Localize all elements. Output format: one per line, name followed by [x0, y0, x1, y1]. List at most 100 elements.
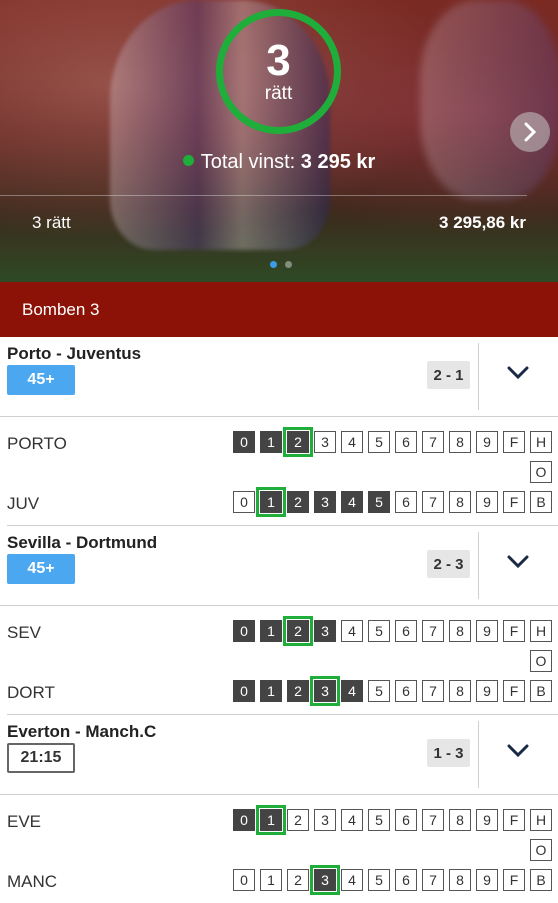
- goal-cell[interactable]: 7: [422, 431, 444, 453]
- goal-cell[interactable]: 8: [449, 620, 471, 642]
- goal-cell[interactable]: 4: [341, 431, 363, 453]
- goal-cell[interactable]: F: [503, 491, 525, 513]
- goal-cell[interactable]: 9: [476, 620, 498, 642]
- goal-cell[interactable]: 9: [476, 809, 498, 831]
- match-title: Sevilla - Dortmund: [7, 533, 158, 552]
- section-title: Bomben 3: [22, 300, 100, 319]
- goal-cell[interactable]: H: [530, 431, 552, 453]
- goal-cells: 0123456789FB: [233, 865, 552, 895]
- goal-cells: 0123456789FB: [233, 487, 552, 517]
- goal-cell[interactable]: 2: [287, 809, 309, 831]
- goal-cell[interactable]: 5: [368, 620, 390, 642]
- goal-cell[interactable]: 3: [314, 431, 336, 453]
- goal-cell[interactable]: 2: [287, 680, 309, 702]
- goal-cell[interactable]: 3: [314, 809, 336, 831]
- goal-cell[interactable]: 0: [233, 431, 255, 453]
- goal-cell[interactable]: 5: [368, 869, 390, 891]
- goal-cell[interactable]: 4: [341, 491, 363, 513]
- goal-cell[interactable]: F: [503, 869, 525, 891]
- goal-cell[interactable]: 8: [449, 809, 471, 831]
- goal-cell[interactable]: 8: [449, 491, 471, 513]
- goal-cell[interactable]: 5: [368, 809, 390, 831]
- goal-cell[interactable]: F: [503, 809, 525, 831]
- goal-cell[interactable]: 0: [233, 680, 255, 702]
- goal-cell-result[interactable]: 2: [283, 427, 313, 457]
- goal-cell[interactable]: F: [503, 680, 525, 702]
- goal-cell[interactable]: 3: [314, 491, 336, 513]
- expand-button[interactable]: [506, 361, 530, 385]
- goal-cell[interactable]: 4: [341, 809, 363, 831]
- goal-cell[interactable]: 5: [368, 680, 390, 702]
- carousel-dots: [270, 261, 292, 268]
- goal-cell-result[interactable]: 3: [310, 865, 340, 895]
- goal-cell[interactable]: 6: [395, 620, 417, 642]
- correct-count-ring: 3 rätt: [216, 9, 341, 134]
- goal-cell-result[interactable]: 1: [256, 487, 286, 517]
- goal-cell[interactable]: 7: [422, 869, 444, 891]
- expand-button[interactable]: [506, 739, 530, 763]
- match-list: Porto - Juventus 45+ 2 - 1 PORTO 0 1 2 3 4 5 6 7…: [0, 337, 558, 903]
- goal-cell[interactable]: 4: [341, 620, 363, 642]
- expand-button[interactable]: [506, 550, 530, 574]
- chevron-right-icon: [524, 122, 537, 142]
- goal-cell[interactable]: B: [530, 680, 552, 702]
- goal-cell[interactable]: 4: [341, 869, 363, 891]
- goal-cell[interactable]: 7: [422, 491, 444, 513]
- goal-cell[interactable]: 7: [422, 620, 444, 642]
- goal-cell[interactable]: 1: [260, 680, 282, 702]
- goal-cell[interactable]: 6: [395, 491, 417, 513]
- goal-cell[interactable]: 8: [449, 431, 471, 453]
- goal-cell[interactable]: 0: [233, 491, 255, 513]
- goal-cell-result[interactable]: 1: [256, 805, 286, 835]
- team-name: MANC: [7, 872, 58, 891]
- goal-cell[interactable]: 7: [422, 680, 444, 702]
- goal-cell[interactable]: 9: [476, 680, 498, 702]
- status-dot-icon: [182, 155, 194, 166]
- team-name: PORTO: [7, 434, 67, 453]
- goal-cell[interactable]: 9: [476, 869, 498, 891]
- goal-cell[interactable]: B: [530, 491, 552, 513]
- goal-cell[interactable]: 0: [233, 620, 255, 642]
- match-header[interactable]: Everton - Manch.C 21:15 1 - 3: [0, 715, 558, 795]
- carousel-dot-active[interactable]: [270, 261, 277, 268]
- goal-cell[interactable]: 5: [368, 491, 390, 513]
- goal-cell-result[interactable]: 2: [283, 616, 313, 646]
- goal-cell[interactable]: F: [503, 620, 525, 642]
- goal-cell-extra[interactable]: O: [530, 839, 552, 861]
- goal-cell-extra[interactable]: O: [530, 461, 552, 483]
- goal-cell[interactable]: 6: [395, 809, 417, 831]
- goal-cell[interactable]: 1: [260, 620, 282, 642]
- goal-cell[interactable]: 6: [395, 869, 417, 891]
- match-header[interactable]: Porto - Juventus 45+ 2 - 1: [0, 337, 558, 417]
- goal-cell[interactable]: 2: [287, 491, 309, 513]
- match-header[interactable]: Sevilla - Dortmund 45+ 2 - 3: [0, 526, 558, 606]
- correct-unit: rätt: [264, 82, 293, 104]
- goal-cell[interactable]: 8: [449, 869, 471, 891]
- goal-cell[interactable]: 3: [314, 620, 336, 642]
- prize-row-label: 3 rätt: [32, 213, 71, 232]
- goal-cell[interactable]: 2: [287, 869, 309, 891]
- goal-cell[interactable]: 4: [341, 680, 363, 702]
- goal-cell[interactable]: 9: [476, 431, 498, 453]
- correct-count: 3: [266, 35, 291, 85]
- goal-cell-extra[interactable]: O: [530, 650, 552, 672]
- goal-cell[interactable]: 6: [395, 431, 417, 453]
- carousel-dot[interactable]: [285, 261, 292, 268]
- goal-cell[interactable]: F: [503, 431, 525, 453]
- goal-cell[interactable]: B: [530, 869, 552, 891]
- goal-cell[interactable]: 1: [260, 869, 282, 891]
- goal-cell[interactable]: H: [530, 809, 552, 831]
- match-title: Everton - Manch.C: [7, 722, 157, 741]
- chevron-down-icon: [507, 555, 529, 569]
- next-slide-button[interactable]: [510, 112, 550, 152]
- goal-cell[interactable]: 5: [368, 431, 390, 453]
- goal-cell[interactable]: 6: [395, 680, 417, 702]
- goal-cell-result[interactable]: 3: [310, 676, 340, 706]
- goal-cell[interactable]: 0: [233, 809, 255, 831]
- goal-cell[interactable]: 7: [422, 809, 444, 831]
- goal-cell[interactable]: H: [530, 620, 552, 642]
- goal-cell[interactable]: 0: [233, 869, 255, 891]
- goal-cell[interactable]: 8: [449, 680, 471, 702]
- goal-cell[interactable]: 9: [476, 491, 498, 513]
- goal-cell[interactable]: 1: [260, 431, 282, 453]
